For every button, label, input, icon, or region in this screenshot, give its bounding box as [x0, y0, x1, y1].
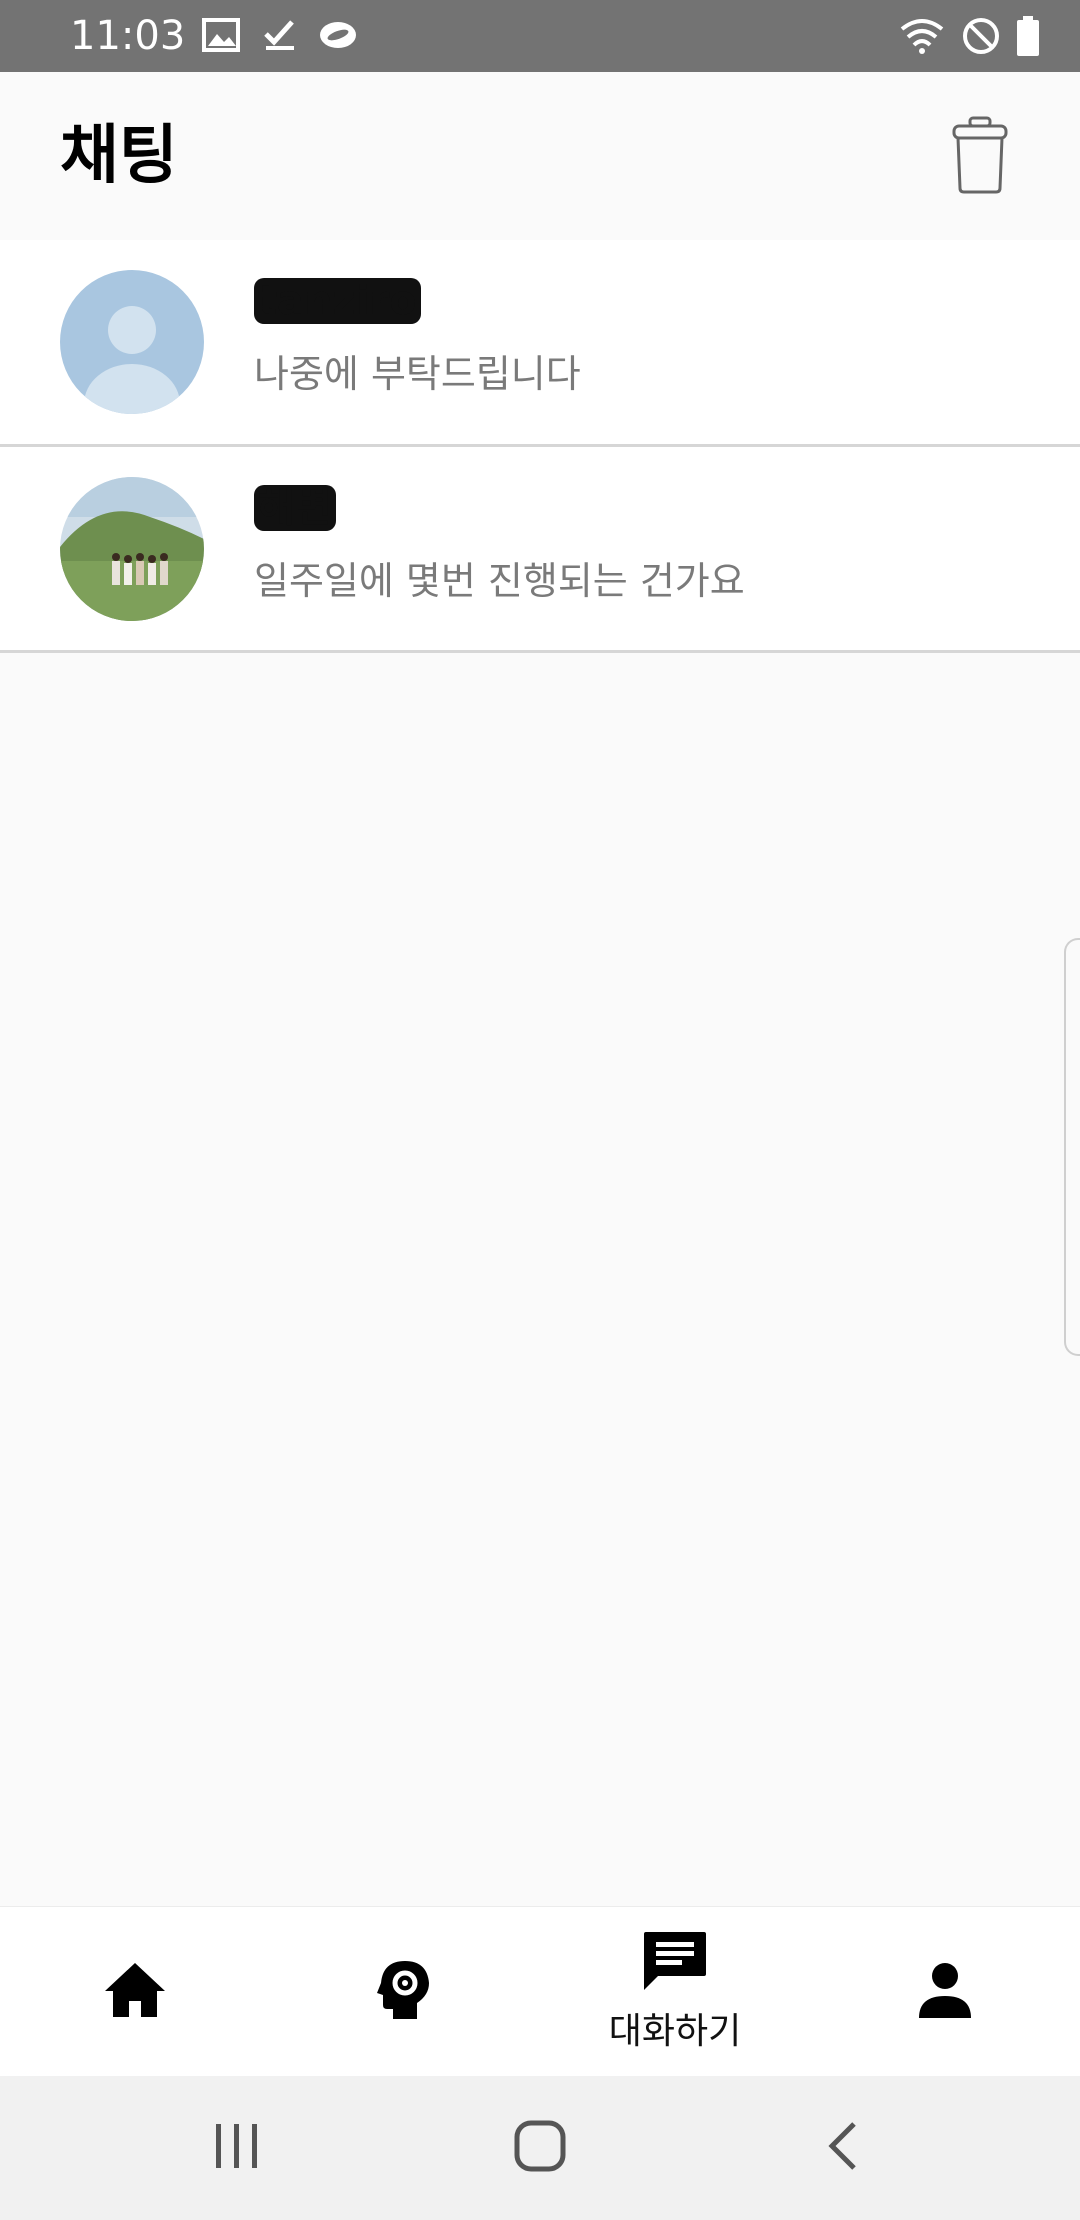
recents-icon[interactable]	[212, 2120, 262, 2176]
chat-preview: 일주일에 몇번 진행되는 건가요	[254, 559, 745, 603]
status-bar: 11:03	[0, 0, 1080, 72]
chat-preview: 나중에 부탁드립니다	[254, 352, 581, 396]
avatar	[60, 270, 204, 414]
status-time: 11:03	[70, 13, 186, 59]
trash-icon[interactable]	[950, 116, 1010, 196]
chat-name: tanziro	[254, 278, 421, 324]
nav-profile[interactable]	[810, 1907, 1080, 2077]
chat-icon	[642, 1930, 708, 1996]
app-header: 채팅	[0, 72, 1080, 240]
head-gear-icon	[377, 1959, 433, 2025]
nav-mind[interactable]	[270, 1907, 540, 2077]
image-icon	[202, 18, 240, 52]
wifi-icon	[898, 17, 946, 55]
do-not-disturb-icon	[962, 17, 1000, 55]
chat-name: 해변	[254, 485, 336, 531]
nav-home[interactable]	[0, 1907, 270, 2077]
system-nav-bar	[0, 2076, 1080, 2220]
cloud-icon	[318, 18, 358, 52]
person-icon	[917, 1962, 973, 2022]
battery-icon	[1016, 16, 1040, 56]
page-title: 채팅	[60, 119, 178, 193]
chat-list: tanziro 나중에 부탁드립니다 해변 일주일에 몇번 진행되는 건가요	[0, 240, 1080, 653]
home-icon	[103, 1961, 167, 2023]
edge-panel-handle[interactable]	[1064, 938, 1080, 1356]
nav-chat[interactable]: 대화하기	[540, 1907, 810, 2077]
home-circle-icon[interactable]	[514, 2120, 566, 2176]
avatar	[60, 477, 204, 621]
chat-list-item[interactable]: tanziro 나중에 부탁드립니다	[0, 240, 1080, 447]
bottom-nav: 대화하기	[0, 1906, 1080, 2077]
chat-list-item[interactable]: 해변 일주일에 몇번 진행되는 건가요	[0, 447, 1080, 653]
nav-chat-label: 대화하기	[608, 2011, 742, 2052]
download-done-icon	[262, 18, 296, 52]
back-icon[interactable]	[822, 2120, 862, 2176]
